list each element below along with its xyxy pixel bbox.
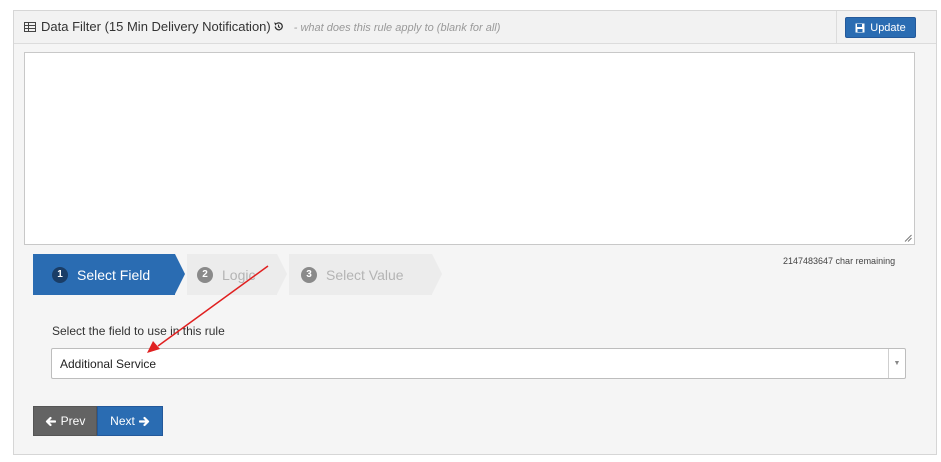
header-title-group: Data Filter (15 Min Delivery Notificatio… — [24, 19, 500, 34]
prev-button-label: Prev — [60, 414, 86, 428]
step-label: Select Value — [326, 266, 404, 283]
field-select-dropdown[interactable]: Additional Service ▼ — [51, 348, 906, 379]
wizard-step-select-value[interactable]: 3 Select Value — [289, 254, 432, 295]
data-filter-panel: Data Filter (15 Min Delivery Notificatio… — [13, 10, 937, 455]
panel-header: Data Filter (15 Min Delivery Notificatio… — [14, 11, 936, 44]
update-button-label: Update — [870, 21, 906, 34]
step-number: 1 — [52, 266, 68, 283]
step-number: 2 — [197, 266, 213, 283]
step-arrow — [277, 254, 287, 294]
history-icon[interactable] — [273, 21, 284, 32]
step-arrow — [175, 254, 185, 294]
arrow-left-icon — [45, 416, 56, 426]
char-remaining-counter: 2147483647 char remaining — [783, 256, 896, 266]
step-label: Select Field — [77, 266, 151, 283]
save-icon — [855, 23, 865, 32]
panel-title: Data Filter (15 Min Delivery Notificatio… — [41, 19, 271, 34]
update-button[interactable]: Update — [845, 17, 916, 38]
next-button[interactable]: Next — [97, 406, 163, 436]
arrow-right-icon — [138, 416, 149, 426]
wizard-step-logic[interactable]: 2 Logic — [187, 254, 277, 295]
rule-description-textarea[interactable] — [24, 52, 915, 245]
next-button-label: Next — [110, 414, 135, 428]
step-label: Logic — [222, 266, 256, 283]
header-hint: - what does this rule apply to (blank fo… — [293, 21, 501, 34]
resize-grip-icon[interactable] — [904, 234, 912, 242]
step-arrow — [432, 254, 442, 294]
table-icon — [24, 21, 36, 32]
wizard-steps: 1 Select Field 2 Logic 3 Select Value — [33, 254, 443, 295]
field-select-label: Select the field to use in this rule — [52, 324, 225, 338]
header-divider — [836, 11, 837, 43]
step-number: 3 — [301, 266, 317, 283]
wizard-step-select-field[interactable]: 1 Select Field — [33, 254, 175, 295]
caret-down-icon[interactable]: ▼ — [888, 349, 905, 378]
selected-field-value: Additional Service — [60, 357, 157, 371]
prev-button[interactable]: Prev — [33, 406, 97, 436]
